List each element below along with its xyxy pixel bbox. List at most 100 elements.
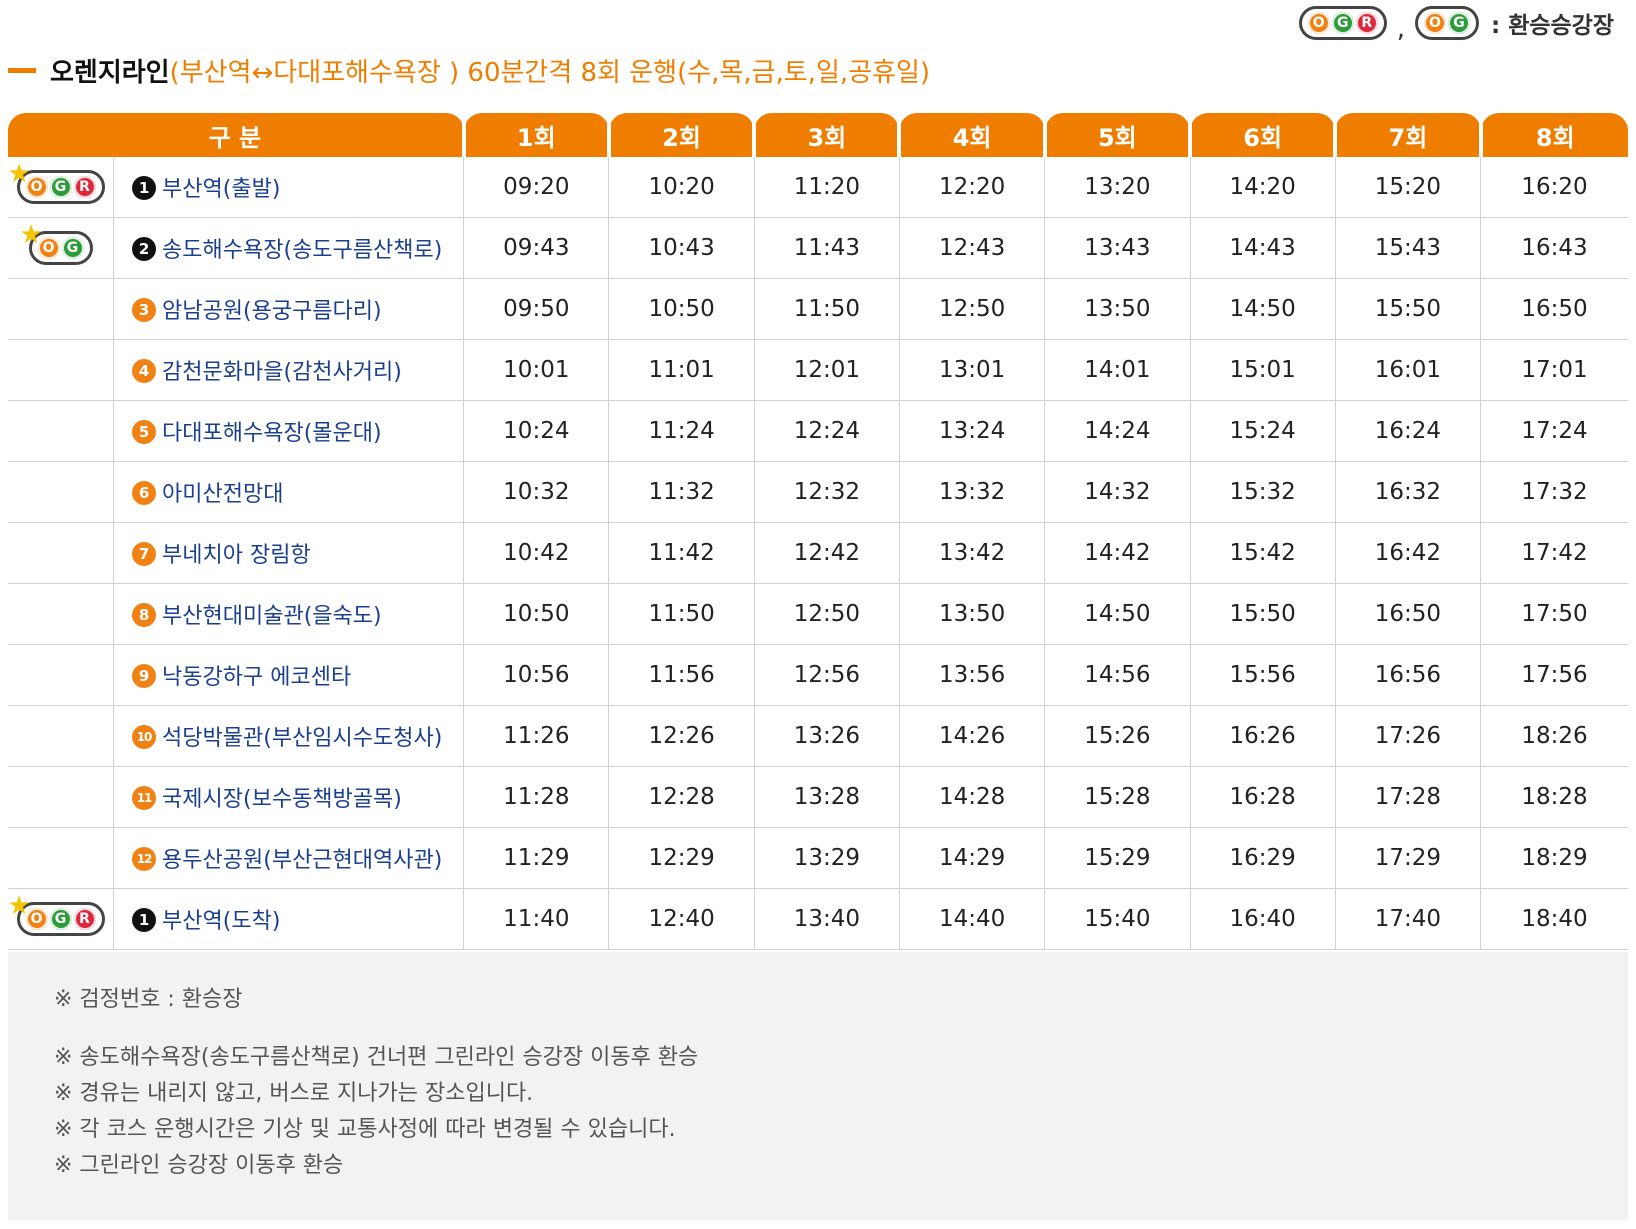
departure-time: 13:01 — [898, 339, 1045, 401]
table-row: ★ O G 2 송도해수욕장(송도구름산책로) 09:43 10:43 11:43 12:43 1… — [8, 217, 1628, 279]
stop-number-icon: 2 — [132, 237, 157, 261]
departure-time: 14:32 — [1044, 461, 1191, 523]
transfer-cell — [8, 400, 114, 462]
transfer-legend: O G R , O G : 환승승강장 — [1298, 2, 1614, 44]
note-line: ※ 검정번호 : 환승장 — [54, 987, 243, 1012]
departure-time: 12:20 — [898, 157, 1045, 218]
stop-name-cell: 10 석당박물관(부산임시수도청사) — [113, 705, 464, 767]
stop-name: 송도해수욕장(송도구름산책로) — [162, 238, 443, 263]
transfer-cell: ★ O G — [8, 217, 114, 279]
green-dot-icon: G — [1331, 12, 1354, 34]
table-row: ★ O G R 1 부산역(도착) 11:40 12:40 13:40 14:40 15:40 16:… — [8, 888, 1628, 950]
note-line: ※ 송도해수욕장(송도구름산책로) 건너편 그린라인 승강장 이동후 환승 — [54, 1045, 699, 1070]
transfer-badge-icon: ★ O G — [20, 222, 93, 265]
transfer-cell — [8, 522, 114, 584]
header-row: 구 분 1회 2회 3회 4회 5회 6회 7회 8회 — [8, 113, 1628, 157]
transfer-cell — [8, 827, 114, 889]
departure-time: 12:24 — [753, 400, 900, 462]
departure-time: 13:50 — [898, 583, 1045, 645]
red-dot-icon: R — [73, 176, 96, 198]
departure-time: 14:01 — [1044, 339, 1191, 401]
stop-name: 국제시장(보수동책방골목) — [162, 787, 402, 812]
departure-time: 17:24 — [1480, 400, 1628, 462]
departure-time: 16:20 — [1480, 157, 1628, 218]
departure-time: 13:56 — [898, 644, 1045, 706]
departure-time: 13:43 — [1044, 217, 1191, 279]
stop-name-cell: 4 감천문화마을(감천사거리) — [113, 339, 464, 401]
stop-name: 감천문화마을(감천사거리) — [162, 360, 402, 385]
departure-time: 16:50 — [1480, 278, 1628, 340]
departure-time: 15:50 — [1334, 278, 1481, 340]
stop-name: 부산현대미술관(을숙도) — [162, 604, 382, 629]
departure-time: 17:01 — [1480, 339, 1628, 401]
departure-time: 10:56 — [463, 644, 609, 706]
stop-name-cell: 1 부산역(도착) — [113, 888, 464, 950]
stop-number-icon: 3 — [132, 298, 157, 322]
departure-time: 12:40 — [608, 888, 755, 950]
departure-time: 14:42 — [1044, 522, 1191, 584]
green-dot-icon: G — [49, 908, 72, 930]
stop-name: 부네치아 장림항 — [162, 543, 311, 568]
departure-time: 18:29 — [1480, 827, 1628, 889]
departure-time: 14:26 — [898, 705, 1045, 767]
departure-time: 10:20 — [608, 157, 755, 218]
stop-name: 용두산공원(부산근현대역사관) — [162, 848, 443, 873]
departure-time: 15:24 — [1189, 400, 1336, 462]
departure-time: 14:50 — [1189, 278, 1336, 340]
stop-name-cell: 5 다대포해수욕장(몰운대) — [113, 400, 464, 462]
header-run-8: 8회 — [1478, 113, 1628, 157]
departure-time: 18:26 — [1480, 705, 1628, 767]
departure-time: 17:26 — [1334, 705, 1481, 767]
table-row: 11 국제시장(보수동책방골목) 11:28 12:28 13:28 14:28 15:28… — [8, 766, 1628, 828]
line-name: 오렌지라인 — [50, 57, 170, 88]
notes-box: ※ 검정번호 : 환승장 ※ 송도해수욕장(송도구름산책로) 건너편 그린라인 승… — [8, 952, 1628, 1220]
departure-time: 13:28 — [753, 766, 900, 828]
departure-time: 17:32 — [1480, 461, 1628, 523]
departure-time: 14:43 — [1189, 217, 1336, 279]
stop-name-cell: 6 아미산전망대 — [113, 461, 464, 523]
star-icon: ★ — [7, 159, 31, 189]
stop-name-cell: 1 부산역(출발) — [113, 157, 464, 218]
timetable-body: ★ O G R 1 부산역(출발) 09:20 10:20 11:20 12:20 13:20 14:… — [8, 157, 1628, 950]
departure-time: 10:43 — [608, 217, 755, 279]
legend-separator: , — [1396, 14, 1405, 44]
stop-name: 부산역(출발) — [162, 177, 281, 202]
header-run-1: 1회 — [461, 113, 609, 157]
departure-time: 15:56 — [1189, 644, 1336, 706]
departure-time: 17:42 — [1480, 522, 1628, 584]
stop-number-icon: 10 — [132, 725, 157, 749]
orange-dot-icon: O — [1307, 12, 1330, 34]
departure-time: 16:24 — [1334, 400, 1481, 462]
transfer-badge-icon: ★ O G R — [8, 893, 105, 936]
stop-name: 다대포해수욕장(몰운대) — [162, 421, 382, 446]
header-run-2: 2회 — [606, 113, 755, 157]
transfer-cell — [8, 766, 114, 828]
departure-time: 14:29 — [898, 827, 1045, 889]
departure-time: 11:20 — [753, 157, 900, 218]
departure-time: 12:01 — [753, 339, 900, 401]
departure-time: 12:28 — [608, 766, 755, 828]
departure-time: 15:42 — [1189, 522, 1336, 584]
stop-name-cell: 3 암남공원(용궁구름다리) — [113, 278, 464, 340]
stop-name: 부산역(도착) — [162, 909, 281, 934]
departure-time: 10:24 — [463, 400, 609, 462]
note-line: ※ 각 코스 운행시간은 기상 및 교통사정에 따라 변경될 수 있습니다. — [54, 1117, 676, 1142]
transfer-cell — [8, 705, 114, 767]
departure-time: 11:56 — [608, 644, 755, 706]
transfer-cell — [8, 644, 114, 706]
departure-time: 14:50 — [1044, 583, 1191, 645]
departure-time: 12:56 — [753, 644, 900, 706]
orange-dot-icon: O — [1423, 12, 1446, 34]
departure-time: 13:32 — [898, 461, 1045, 523]
stop-number-icon: 9 — [132, 664, 157, 688]
stop-name: 석당박물관(부산임시수도청사) — [162, 726, 443, 751]
departure-time: 16:56 — [1334, 644, 1481, 706]
table-row: ★ O G R 1 부산역(출발) 09:20 10:20 11:20 12:20 13:20 14:… — [8, 157, 1628, 218]
departure-time: 13:26 — [753, 705, 900, 767]
departure-time: 13:50 — [1044, 278, 1191, 340]
departure-time: 18:28 — [1480, 766, 1628, 828]
stop-number-icon: 6 — [132, 481, 157, 505]
star-icon: ★ — [7, 891, 31, 921]
table-row: 6 아미산전망대 10:32 11:32 12:32 13:32 14:32 15:32 16:… — [8, 461, 1628, 523]
departure-time: 17:50 — [1480, 583, 1628, 645]
